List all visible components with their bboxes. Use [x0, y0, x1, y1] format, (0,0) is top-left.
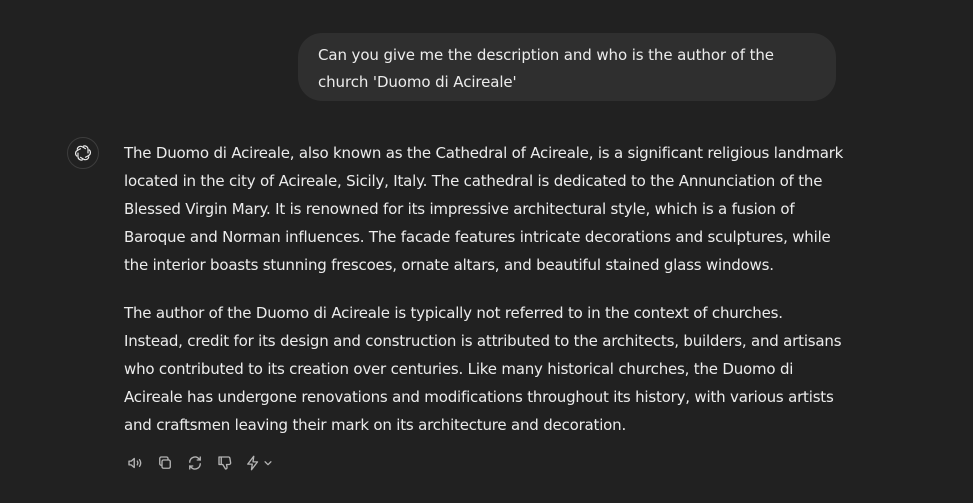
assistant-avatar: [67, 137, 99, 169]
bad-response-button[interactable]: [210, 452, 240, 474]
switch-model-button[interactable]: [240, 452, 276, 474]
message-actions: [120, 452, 276, 474]
thumbs-down-icon: [218, 456, 232, 470]
chevron-down-icon: [263, 461, 272, 466]
copy-button[interactable]: [150, 452, 180, 474]
assistant-message: The Duomo di Acireale, also known as the…: [124, 139, 844, 459]
regenerate-button[interactable]: [180, 452, 210, 474]
answer-paragraph: The Duomo di Acireale, also known as the…: [124, 144, 844, 274]
regenerate-icon: [189, 456, 201, 470]
speaker-icon: [128, 457, 142, 469]
read-aloud-button[interactable]: [120, 452, 150, 474]
user-message-text: Can you give me the description and who …: [318, 46, 774, 91]
user-message-bubble: Can you give me the description and who …: [298, 33, 836, 101]
openai-logo-icon: [75, 145, 91, 161]
model-switch-icon: [246, 455, 258, 471]
answer-paragraph: The author of the Duomo di Acireale is t…: [124, 304, 842, 434]
copy-icon: [159, 456, 171, 469]
